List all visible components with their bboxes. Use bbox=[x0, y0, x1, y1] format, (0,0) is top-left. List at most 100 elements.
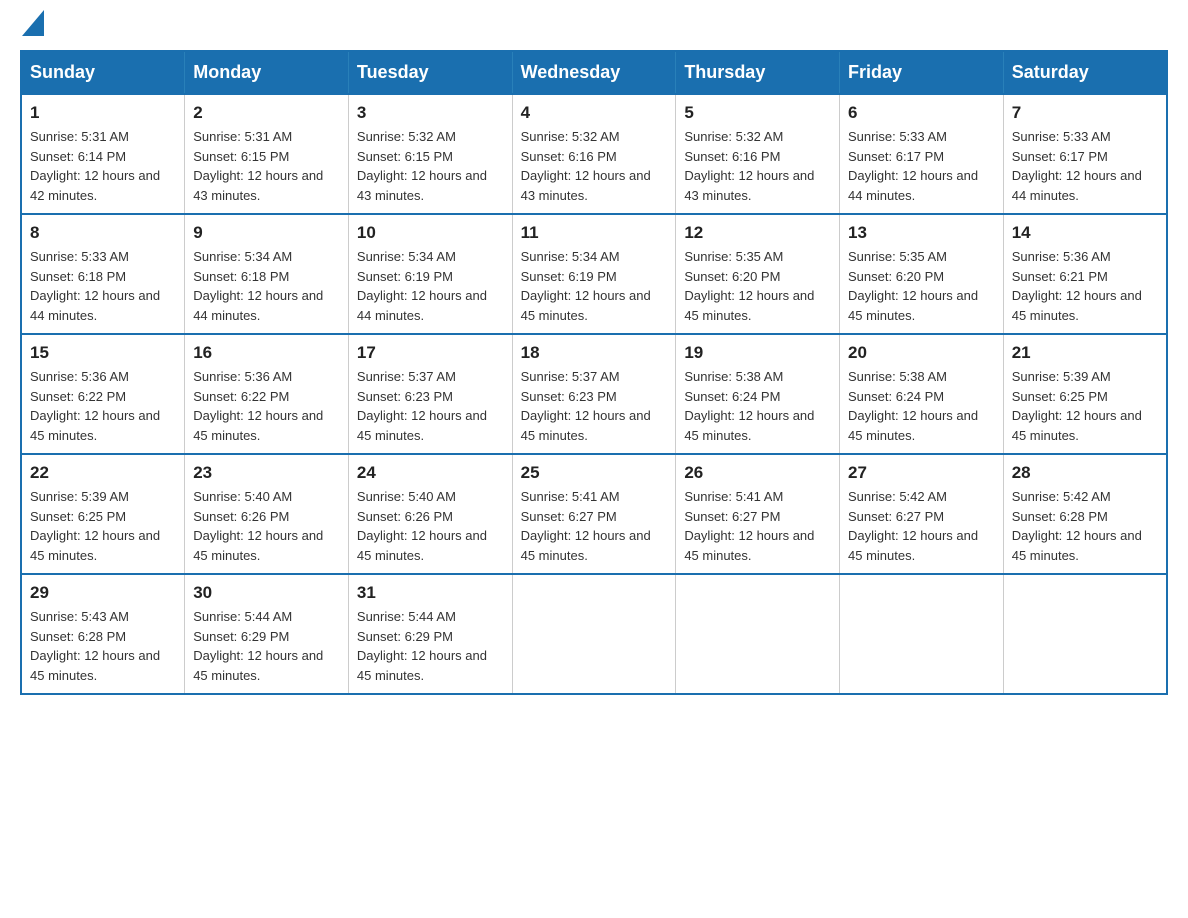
day-info: Sunrise: 5:37 AM Sunset: 6:23 PM Dayligh… bbox=[521, 367, 668, 445]
day-info: Sunrise: 5:35 AM Sunset: 6:20 PM Dayligh… bbox=[848, 247, 995, 325]
calendar-header-tuesday: Tuesday bbox=[348, 51, 512, 94]
calendar-header-sunday: Sunday bbox=[21, 51, 185, 94]
calendar-day-cell bbox=[676, 574, 840, 694]
day-number: 18 bbox=[521, 343, 668, 363]
day-info: Sunrise: 5:36 AM Sunset: 6:21 PM Dayligh… bbox=[1012, 247, 1158, 325]
day-number: 12 bbox=[684, 223, 831, 243]
day-info: Sunrise: 5:32 AM Sunset: 6:16 PM Dayligh… bbox=[521, 127, 668, 205]
day-number: 27 bbox=[848, 463, 995, 483]
day-info: Sunrise: 5:41 AM Sunset: 6:27 PM Dayligh… bbox=[684, 487, 831, 565]
day-info: Sunrise: 5:33 AM Sunset: 6:17 PM Dayligh… bbox=[1012, 127, 1158, 205]
day-number: 24 bbox=[357, 463, 504, 483]
day-info: Sunrise: 5:43 AM Sunset: 6:28 PM Dayligh… bbox=[30, 607, 176, 685]
calendar-header-friday: Friday bbox=[840, 51, 1004, 94]
day-info: Sunrise: 5:34 AM Sunset: 6:19 PM Dayligh… bbox=[357, 247, 504, 325]
day-info: Sunrise: 5:39 AM Sunset: 6:25 PM Dayligh… bbox=[30, 487, 176, 565]
day-info: Sunrise: 5:42 AM Sunset: 6:28 PM Dayligh… bbox=[1012, 487, 1158, 565]
calendar-day-cell: 26 Sunrise: 5:41 AM Sunset: 6:27 PM Dayl… bbox=[676, 454, 840, 574]
day-info: Sunrise: 5:32 AM Sunset: 6:15 PM Dayligh… bbox=[357, 127, 504, 205]
day-number: 5 bbox=[684, 103, 831, 123]
day-info: Sunrise: 5:32 AM Sunset: 6:16 PM Dayligh… bbox=[684, 127, 831, 205]
calendar-day-cell: 14 Sunrise: 5:36 AM Sunset: 6:21 PM Dayl… bbox=[1003, 214, 1167, 334]
day-info: Sunrise: 5:40 AM Sunset: 6:26 PM Dayligh… bbox=[357, 487, 504, 565]
day-info: Sunrise: 5:33 AM Sunset: 6:18 PM Dayligh… bbox=[30, 247, 176, 325]
calendar-day-cell: 11 Sunrise: 5:34 AM Sunset: 6:19 PM Dayl… bbox=[512, 214, 676, 334]
day-number: 11 bbox=[521, 223, 668, 243]
calendar-day-cell: 4 Sunrise: 5:32 AM Sunset: 6:16 PM Dayli… bbox=[512, 94, 676, 214]
day-number: 2 bbox=[193, 103, 340, 123]
calendar-day-cell: 7 Sunrise: 5:33 AM Sunset: 6:17 PM Dayli… bbox=[1003, 94, 1167, 214]
day-info: Sunrise: 5:41 AM Sunset: 6:27 PM Dayligh… bbox=[521, 487, 668, 565]
calendar-day-cell bbox=[512, 574, 676, 694]
day-info: Sunrise: 5:38 AM Sunset: 6:24 PM Dayligh… bbox=[848, 367, 995, 445]
calendar-day-cell bbox=[1003, 574, 1167, 694]
calendar-week-row: 1 Sunrise: 5:31 AM Sunset: 6:14 PM Dayli… bbox=[21, 94, 1167, 214]
calendar-day-cell: 2 Sunrise: 5:31 AM Sunset: 6:15 PM Dayli… bbox=[185, 94, 349, 214]
day-number: 13 bbox=[848, 223, 995, 243]
day-number: 8 bbox=[30, 223, 176, 243]
day-info: Sunrise: 5:31 AM Sunset: 6:14 PM Dayligh… bbox=[30, 127, 176, 205]
calendar-day-cell: 28 Sunrise: 5:42 AM Sunset: 6:28 PM Dayl… bbox=[1003, 454, 1167, 574]
calendar-header-thursday: Thursday bbox=[676, 51, 840, 94]
day-number: 20 bbox=[848, 343, 995, 363]
day-number: 16 bbox=[193, 343, 340, 363]
day-info: Sunrise: 5:36 AM Sunset: 6:22 PM Dayligh… bbox=[30, 367, 176, 445]
day-info: Sunrise: 5:44 AM Sunset: 6:29 PM Dayligh… bbox=[357, 607, 504, 685]
day-number: 22 bbox=[30, 463, 176, 483]
calendar-table: SundayMondayTuesdayWednesdayThursdayFrid… bbox=[20, 50, 1168, 695]
day-info: Sunrise: 5:37 AM Sunset: 6:23 PM Dayligh… bbox=[357, 367, 504, 445]
day-info: Sunrise: 5:39 AM Sunset: 6:25 PM Dayligh… bbox=[1012, 367, 1158, 445]
day-number: 30 bbox=[193, 583, 340, 603]
day-number: 21 bbox=[1012, 343, 1158, 363]
calendar-day-cell: 6 Sunrise: 5:33 AM Sunset: 6:17 PM Dayli… bbox=[840, 94, 1004, 214]
calendar-day-cell: 23 Sunrise: 5:40 AM Sunset: 6:26 PM Dayl… bbox=[185, 454, 349, 574]
day-number: 31 bbox=[357, 583, 504, 603]
day-number: 17 bbox=[357, 343, 504, 363]
calendar-day-cell: 1 Sunrise: 5:31 AM Sunset: 6:14 PM Dayli… bbox=[21, 94, 185, 214]
logo-triangle-icon bbox=[22, 10, 44, 36]
calendar-day-cell: 24 Sunrise: 5:40 AM Sunset: 6:26 PM Dayl… bbox=[348, 454, 512, 574]
day-info: Sunrise: 5:44 AM Sunset: 6:29 PM Dayligh… bbox=[193, 607, 340, 685]
calendar-header-monday: Monday bbox=[185, 51, 349, 94]
calendar-day-cell: 30 Sunrise: 5:44 AM Sunset: 6:29 PM Dayl… bbox=[185, 574, 349, 694]
day-number: 4 bbox=[521, 103, 668, 123]
day-info: Sunrise: 5:31 AM Sunset: 6:15 PM Dayligh… bbox=[193, 127, 340, 205]
day-number: 25 bbox=[521, 463, 668, 483]
calendar-day-cell: 20 Sunrise: 5:38 AM Sunset: 6:24 PM Dayl… bbox=[840, 334, 1004, 454]
day-number: 29 bbox=[30, 583, 176, 603]
calendar-day-cell: 3 Sunrise: 5:32 AM Sunset: 6:15 PM Dayli… bbox=[348, 94, 512, 214]
day-info: Sunrise: 5:33 AM Sunset: 6:17 PM Dayligh… bbox=[848, 127, 995, 205]
calendar-day-cell: 18 Sunrise: 5:37 AM Sunset: 6:23 PM Dayl… bbox=[512, 334, 676, 454]
day-info: Sunrise: 5:40 AM Sunset: 6:26 PM Dayligh… bbox=[193, 487, 340, 565]
day-info: Sunrise: 5:34 AM Sunset: 6:18 PM Dayligh… bbox=[193, 247, 340, 325]
day-number: 10 bbox=[357, 223, 504, 243]
calendar-day-cell: 5 Sunrise: 5:32 AM Sunset: 6:16 PM Dayli… bbox=[676, 94, 840, 214]
day-number: 3 bbox=[357, 103, 504, 123]
calendar-day-cell: 8 Sunrise: 5:33 AM Sunset: 6:18 PM Dayli… bbox=[21, 214, 185, 334]
day-info: Sunrise: 5:42 AM Sunset: 6:27 PM Dayligh… bbox=[848, 487, 995, 565]
day-number: 9 bbox=[193, 223, 340, 243]
calendar-day-cell: 10 Sunrise: 5:34 AM Sunset: 6:19 PM Dayl… bbox=[348, 214, 512, 334]
calendar-day-cell: 15 Sunrise: 5:36 AM Sunset: 6:22 PM Dayl… bbox=[21, 334, 185, 454]
day-info: Sunrise: 5:34 AM Sunset: 6:19 PM Dayligh… bbox=[521, 247, 668, 325]
calendar-day-cell: 22 Sunrise: 5:39 AM Sunset: 6:25 PM Dayl… bbox=[21, 454, 185, 574]
calendar-week-row: 8 Sunrise: 5:33 AM Sunset: 6:18 PM Dayli… bbox=[21, 214, 1167, 334]
calendar-day-cell: 25 Sunrise: 5:41 AM Sunset: 6:27 PM Dayl… bbox=[512, 454, 676, 574]
day-number: 26 bbox=[684, 463, 831, 483]
day-number: 6 bbox=[848, 103, 995, 123]
day-number: 7 bbox=[1012, 103, 1158, 123]
calendar-day-cell: 13 Sunrise: 5:35 AM Sunset: 6:20 PM Dayl… bbox=[840, 214, 1004, 334]
calendar-day-cell: 16 Sunrise: 5:36 AM Sunset: 6:22 PM Dayl… bbox=[185, 334, 349, 454]
calendar-day-cell: 19 Sunrise: 5:38 AM Sunset: 6:24 PM Dayl… bbox=[676, 334, 840, 454]
calendar-week-row: 15 Sunrise: 5:36 AM Sunset: 6:22 PM Dayl… bbox=[21, 334, 1167, 454]
day-number: 19 bbox=[684, 343, 831, 363]
calendar-day-cell: 17 Sunrise: 5:37 AM Sunset: 6:23 PM Dayl… bbox=[348, 334, 512, 454]
day-info: Sunrise: 5:38 AM Sunset: 6:24 PM Dayligh… bbox=[684, 367, 831, 445]
calendar-day-cell: 29 Sunrise: 5:43 AM Sunset: 6:28 PM Dayl… bbox=[21, 574, 185, 694]
calendar-header-row: SundayMondayTuesdayWednesdayThursdayFrid… bbox=[21, 51, 1167, 94]
calendar-header-wednesday: Wednesday bbox=[512, 51, 676, 94]
calendar-day-cell: 21 Sunrise: 5:39 AM Sunset: 6:25 PM Dayl… bbox=[1003, 334, 1167, 454]
calendar-day-cell: 12 Sunrise: 5:35 AM Sunset: 6:20 PM Dayl… bbox=[676, 214, 840, 334]
calendar-day-cell: 9 Sunrise: 5:34 AM Sunset: 6:18 PM Dayli… bbox=[185, 214, 349, 334]
day-number: 23 bbox=[193, 463, 340, 483]
